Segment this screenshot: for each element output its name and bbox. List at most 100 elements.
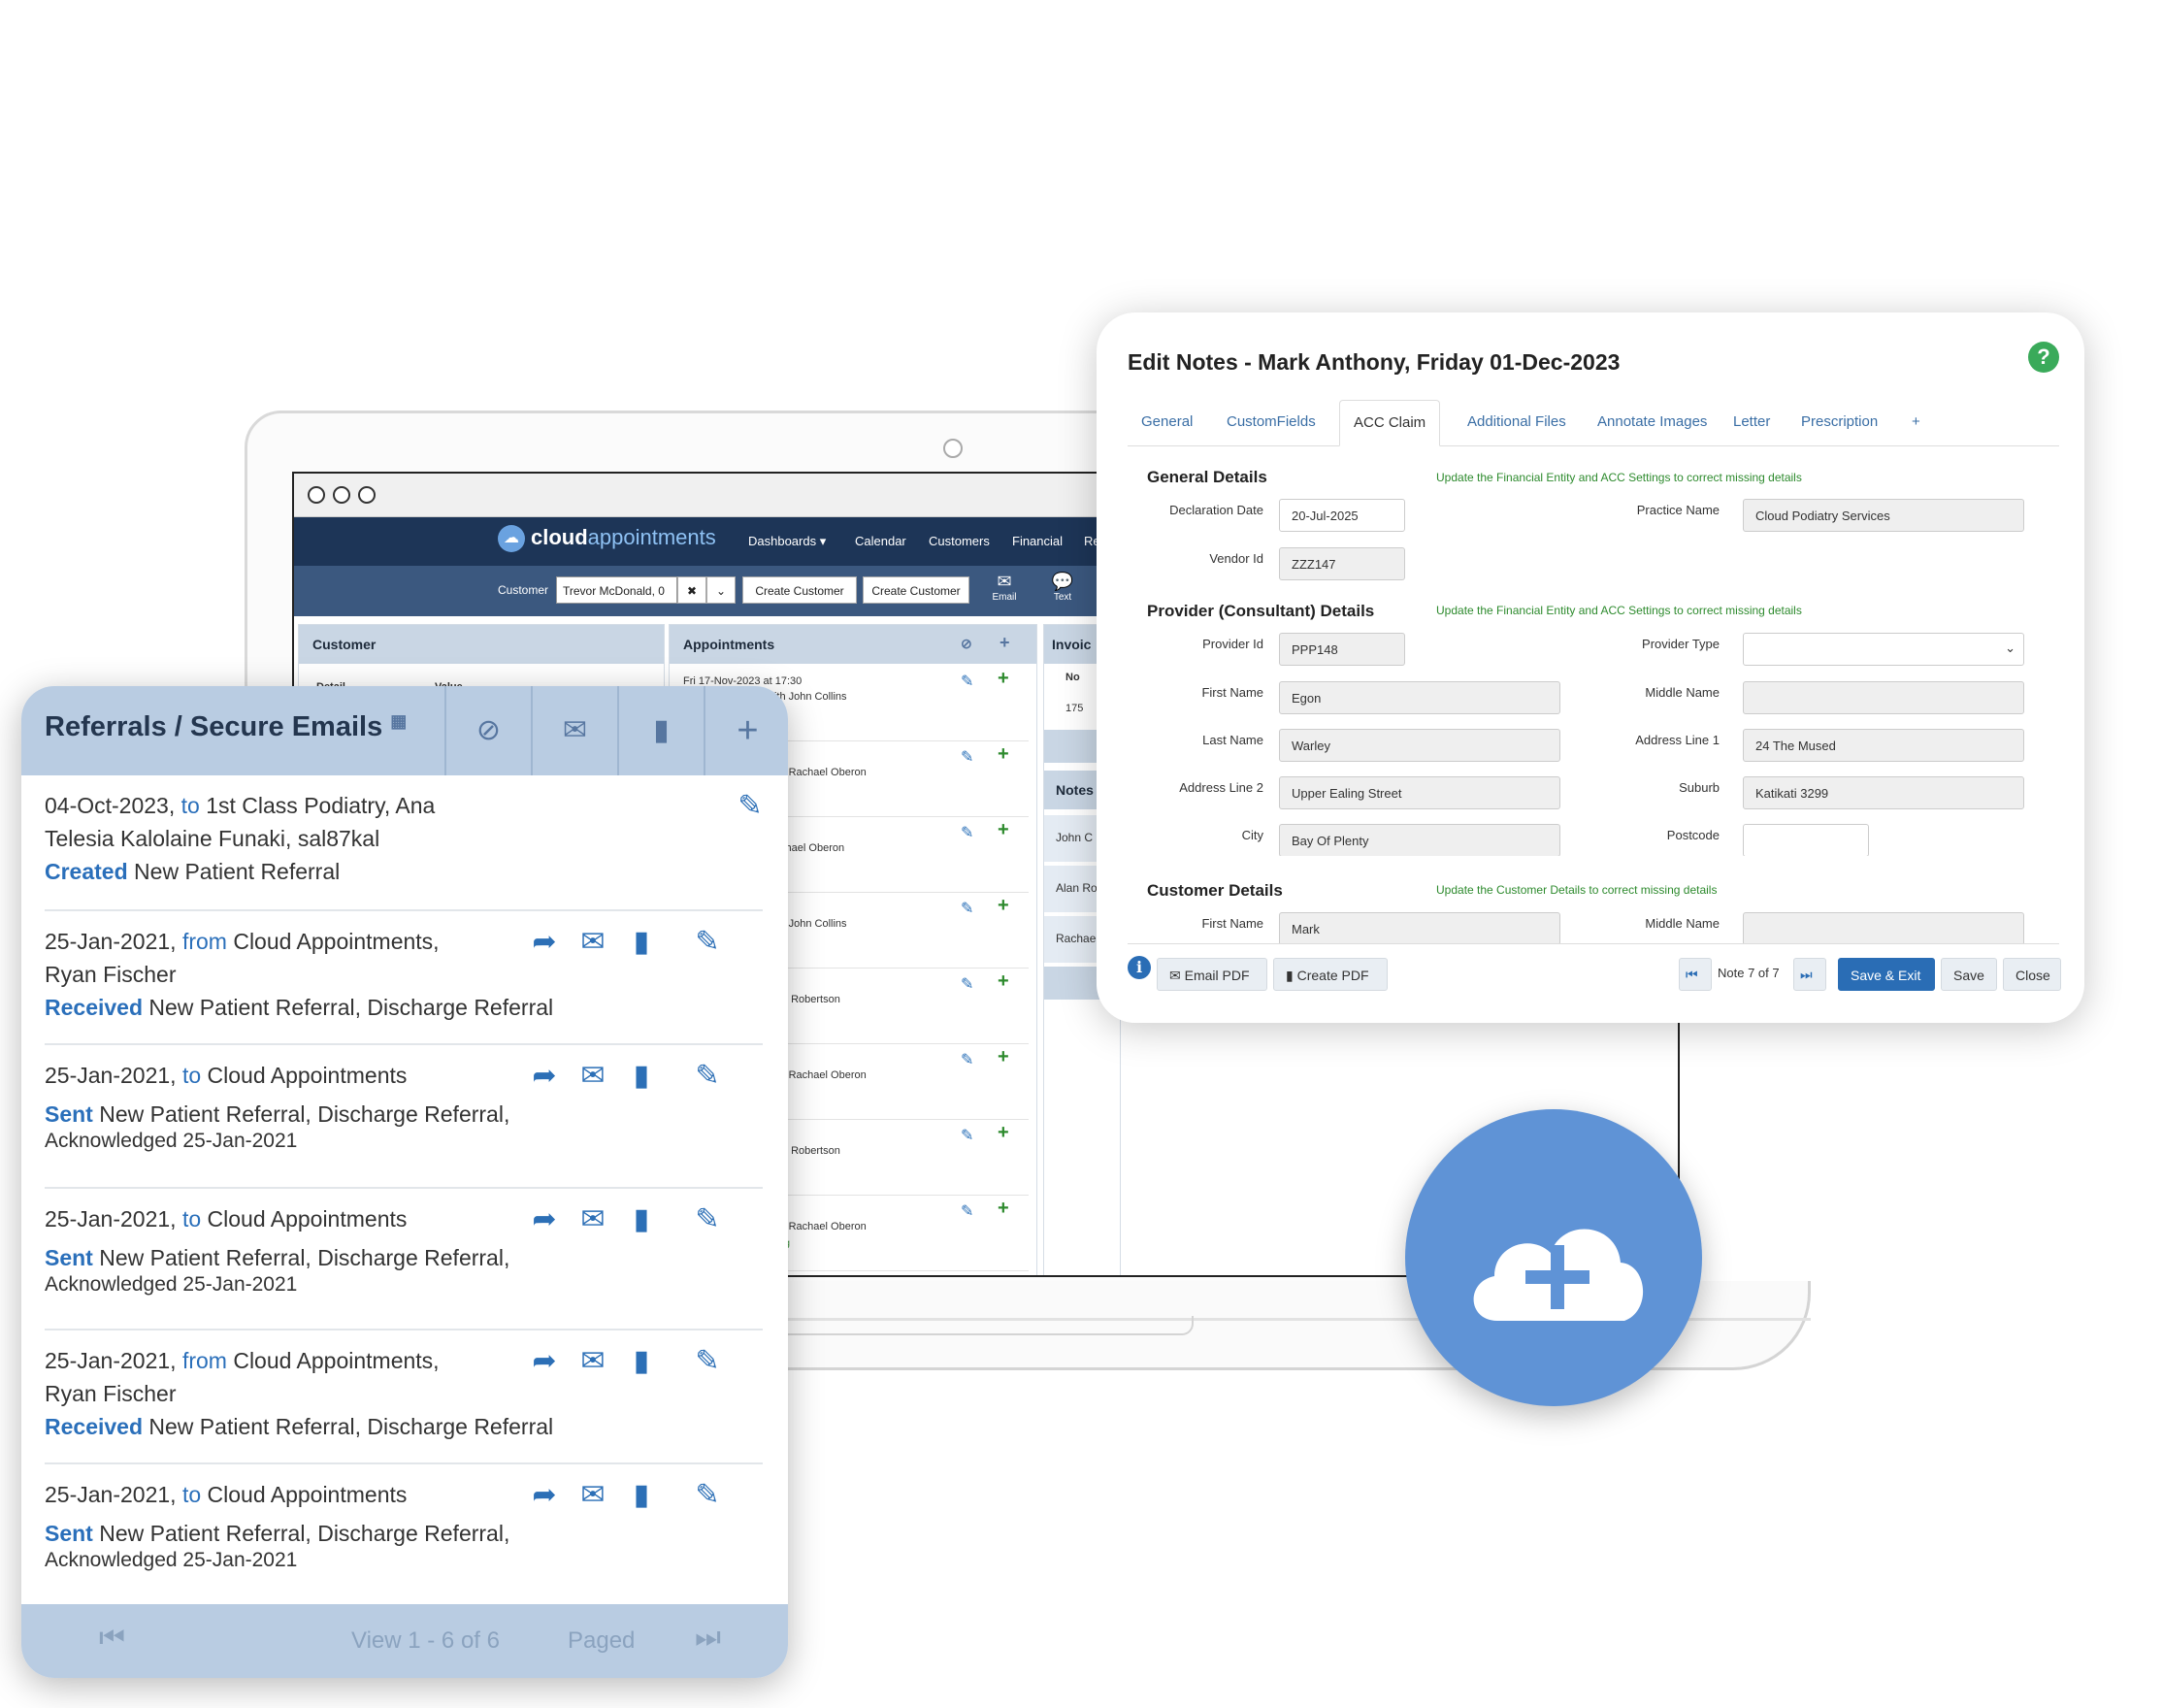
add-icon[interactable]: + (998, 1046, 1009, 1068)
app-logo[interactable]: ☁ cloudappointments (498, 525, 716, 553)
add-icon[interactable]: + (998, 1122, 1009, 1144)
window-maximize-button[interactable] (358, 486, 376, 504)
file-icon[interactable]: ▮ (617, 1202, 666, 1236)
file-icon[interactable]: ▮ (617, 1059, 666, 1093)
window-minimize-button[interactable] (333, 486, 350, 504)
customer-middle-name-field[interactable] (1743, 912, 2024, 943)
add-icon[interactable]: + (998, 819, 1009, 841)
text-button[interactable]: 💬 Text (1043, 572, 1082, 603)
referral-item[interactable]: 25-Jan-2021, from Cloud Appointments, Rya… (45, 1330, 763, 1464)
tab-add[interactable]: + (1898, 400, 1934, 446)
pencil-icon[interactable]: ✎ (683, 1059, 732, 1093)
hide-icon[interactable]: ⊘ (444, 686, 531, 775)
nav-financial[interactable]: Financial (1012, 534, 1063, 548)
pencil-icon[interactable]: ✎ (961, 823, 973, 842)
pencil-icon[interactable]: ✎ (961, 747, 973, 767)
referral-item[interactable]: 25-Jan-2021, to Cloud Appointments Sent N… (45, 1045, 763, 1189)
email-button[interactable]: ✉ Email (985, 572, 1024, 603)
suburb-field[interactable]: Katikati 3299 (1743, 776, 2024, 809)
envelope-icon[interactable]: ✉ (569, 1478, 617, 1512)
create-pdf-button[interactable]: ▮ Create PDF (1273, 958, 1388, 991)
hide-icon[interactable]: ⊘ (961, 636, 972, 652)
tab-customfields[interactable]: CustomFields (1213, 400, 1329, 446)
last-page-icon[interactable]: ⏭ (695, 1622, 721, 1655)
envelope-icon[interactable]: ✉ (531, 686, 617, 775)
next-note-button[interactable]: ⏭ (1793, 958, 1826, 991)
envelope-icon[interactable]: ✉ (569, 925, 617, 959)
chevron-down-icon[interactable]: ⌄ (706, 576, 736, 604)
pencil-icon[interactable]: ✎ (683, 1478, 732, 1512)
file-icon[interactable]: ▮ (617, 925, 666, 959)
practice-name-field[interactable]: Cloud Podiatry Services (1743, 499, 2024, 532)
referral-item[interactable]: 25-Jan-2021, from Cloud Appointments, Rya… (45, 911, 763, 1045)
pencil-icon[interactable]: ✎ (683, 925, 732, 959)
add-icon[interactable]: + (998, 1198, 1009, 1220)
pencil-icon[interactable]: ✎ (683, 1202, 732, 1236)
referral-item[interactable]: 04-Oct-2023, to 1st Class Podiatry, Ana T… (45, 775, 763, 911)
file-icon[interactable]: ▮ (617, 1478, 666, 1512)
nav-calendar[interactable]: Calendar (855, 534, 906, 548)
customer-first-name-field[interactable]: Mark (1279, 912, 1560, 943)
pencil-icon[interactable]: ✎ (961, 1050, 973, 1069)
nav-customers[interactable]: Customers (929, 534, 990, 548)
vendor-id-field[interactable]: ZZZ147 (1279, 547, 1405, 580)
middle-name-field[interactable] (1743, 681, 2024, 714)
pencil-icon[interactable]: ✎ (961, 672, 973, 691)
nav-dashboards[interactable]: Dashboards ▾ (748, 534, 826, 549)
referral-item[interactable]: 25-Jan-2021, to Cloud Appointments Sent N… (45, 1464, 763, 1608)
declaration-date-field[interactable]: 20-Jul-2025 (1279, 499, 1405, 532)
forward-icon[interactable]: ➦ (520, 1202, 569, 1236)
pager-paged-text[interactable]: Paged (568, 1627, 635, 1655)
first-page-icon[interactable]: ⏮ (99, 1622, 125, 1655)
create-customer-button-2[interactable]: Create Customer (863, 576, 969, 604)
info-icon[interactable]: i (1128, 956, 1151, 979)
forward-icon[interactable]: ➦ (520, 1344, 569, 1378)
city-field[interactable]: Bay Of Plenty (1279, 824, 1560, 856)
first-name-field[interactable]: Egon (1279, 681, 1560, 714)
add-icon[interactable]: + (704, 686, 788, 775)
create-customer-button[interactable]: Create Customer (742, 576, 857, 604)
pencil-icon[interactable]: ✎ (961, 974, 973, 994)
file-icon[interactable]: ▮ (617, 686, 704, 775)
pencil-icon[interactable]: ✎ (726, 789, 774, 823)
pencil-icon[interactable]: ✎ (961, 899, 973, 918)
pencil-icon[interactable]: ✎ (961, 1201, 973, 1221)
envelope-icon[interactable]: ✉ (569, 1059, 617, 1093)
clear-customer-button[interactable]: ✖ (677, 576, 706, 604)
pencil-icon[interactable]: ✎ (683, 1344, 732, 1378)
grid-icon[interactable]: ▦ (390, 711, 407, 731)
referral-item[interactable]: 25-Jan-2021, to Cloud Appointments Sent N… (45, 1189, 763, 1330)
email-pdf-button[interactable]: ✉ Email PDF (1157, 958, 1267, 991)
close-button[interactable]: Close (2003, 958, 2061, 991)
help-icon[interactable]: ? (2028, 342, 2059, 373)
save-exit-button[interactable]: Save & Exit (1838, 958, 1935, 991)
address-line-2-field[interactable]: Upper Ealing Street (1279, 776, 1560, 809)
window-close-button[interactable] (308, 486, 325, 504)
provider-id-field[interactable]: PPP148 (1279, 633, 1405, 666)
address-line-1-field[interactable]: 24 The Mused (1743, 729, 2024, 762)
tab-acc-claim[interactable]: ACC Claim (1339, 400, 1441, 446)
tab-annotate-images[interactable]: Annotate Images (1584, 400, 1721, 446)
customer-input[interactable]: Trevor McDonald, 0 (556, 576, 677, 604)
postcode-field[interactable] (1743, 824, 1869, 856)
save-button[interactable]: Save (1941, 958, 1997, 991)
tab-additional-files[interactable]: Additional Files (1454, 400, 1580, 446)
provider-type-select[interactable]: ⌄ (1743, 633, 2024, 666)
pencil-icon[interactable]: ✎ (961, 1126, 973, 1145)
tab-prescription[interactable]: Prescription (1787, 400, 1891, 446)
add-icon[interactable]: + (1000, 633, 1010, 653)
add-icon[interactable]: + (998, 743, 1009, 766)
add-icon[interactable]: + (998, 668, 1009, 690)
add-icon[interactable]: + (998, 895, 1009, 917)
last-name-field[interactable]: Warley (1279, 729, 1560, 762)
invoice-no-value[interactable]: 175 (1065, 703, 1083, 714)
prev-note-button[interactable]: ⏮ (1679, 958, 1712, 991)
forward-icon[interactable]: ➦ (520, 925, 569, 959)
forward-icon[interactable]: ➦ (520, 1059, 569, 1093)
tab-general[interactable]: General (1128, 400, 1206, 446)
add-icon[interactable]: + (998, 970, 1009, 993)
file-icon[interactable]: ▮ (617, 1344, 666, 1378)
forward-icon[interactable]: ➦ (520, 1478, 569, 1512)
envelope-icon[interactable]: ✉ (569, 1344, 617, 1378)
tab-letter[interactable]: Letter (1720, 400, 1784, 446)
